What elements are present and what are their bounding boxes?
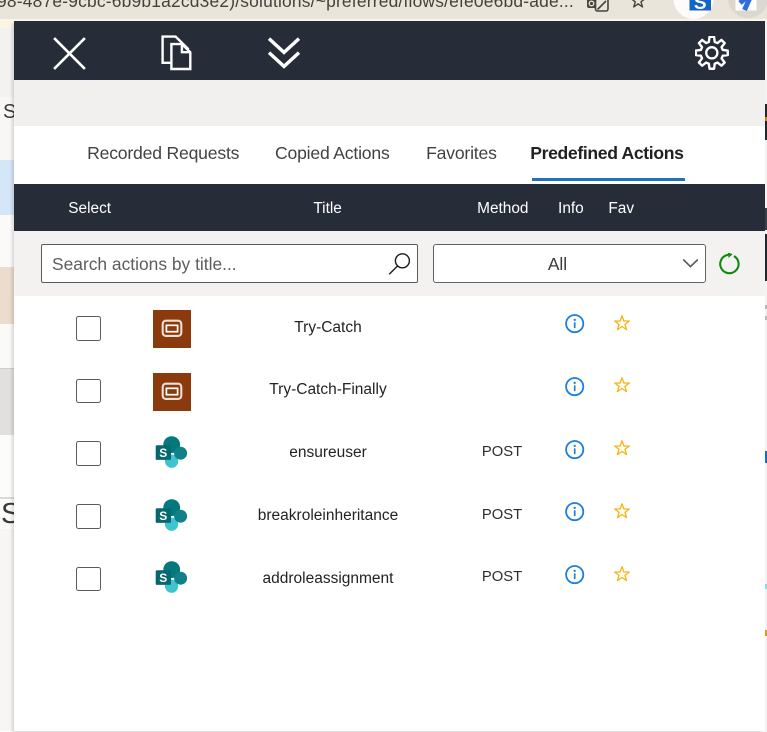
svg-text:S: S xyxy=(159,509,167,523)
svg-text:S: S xyxy=(159,446,167,460)
svg-text:S: S xyxy=(694,0,707,14)
svg-text:S: S xyxy=(159,571,167,585)
